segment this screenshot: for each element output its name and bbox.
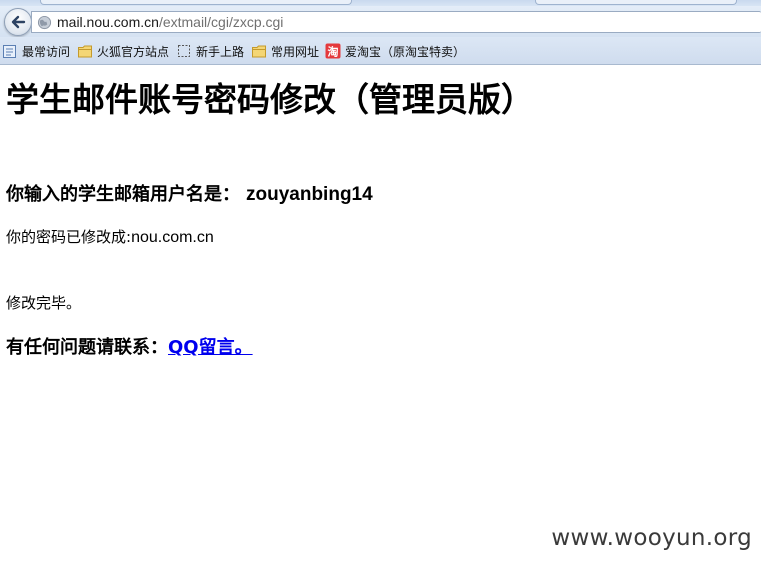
password-value: nou.com.cn <box>131 229 214 246</box>
qq-message-link[interactable]: QQ留言。 <box>168 337 253 358</box>
bookmark-label: 新手上路 <box>196 44 245 59</box>
navigation-toolbar: mail.nou.com.cn/extmail/cgi/zxcp.cgi <box>0 6 761 37</box>
folder-icon <box>252 45 266 58</box>
page-title: 学生邮件账号密码修改（管理员版） <box>6 80 534 119</box>
url-bar[interactable]: mail.nou.com.cn/extmail/cgi/zxcp.cgi <box>31 11 761 33</box>
globe-icon <box>37 15 52 30</box>
done-message: 修改完毕。 <box>6 294 82 312</box>
taobao-icon: 淘 <box>325 43 341 59</box>
bookmark-label: 常用网址 <box>271 44 320 59</box>
contact-label: 有任何问题请联系： <box>6 337 168 358</box>
password-label: 你的密码已修改成: <box>6 228 132 246</box>
username-label: 你输入的学生邮箱用户名是： <box>6 184 240 205</box>
bookmarks-toolbar: 最常访问 火狐官方站点 新手上路 常用网址 淘 爱淘宝（原淘宝特卖） <box>0 37 761 65</box>
bookmark-label: 爱淘宝（原淘宝特卖） <box>345 44 466 59</box>
contact-line: 有任何问题请联系：QQ留言。 <box>6 335 253 361</box>
folder-icon <box>78 45 92 58</box>
bookmark-list-icon <box>3 45 16 58</box>
watermark: www.wooyun.org <box>551 525 752 551</box>
password-line: 你的密码已修改成:nou.com.cn <box>6 227 214 248</box>
bookmark-ai-taobao[interactable]: 淘 爱淘宝（原淘宝特卖） <box>325 42 465 60</box>
username-line: 你输入的学生邮箱用户名是： zouyanbing14 <box>6 182 373 208</box>
dashed-page-icon <box>178 45 190 57</box>
page-content: 学生邮件账号密码修改（管理员版） 你输入的学生邮箱用户名是： zouyanbing… <box>0 65 761 565</box>
tab-edge[interactable] <box>40 0 352 5</box>
url-text[interactable]: mail.nou.com.cn/extmail/cgi/zxcp.cgi <box>57 13 283 31</box>
url-host: mail.nou.com.cn <box>57 14 159 30</box>
back-arrow-icon <box>11 15 26 29</box>
taobao-icon-glyph: 淘 <box>328 45 339 59</box>
bookmark-most-visited[interactable]: 最常访问 <box>2 42 70 60</box>
username-value: zouyanbing14 <box>246 184 373 205</box>
bookmark-firefox-site[interactable]: 火狐官方站点 <box>77 42 169 60</box>
url-path: /extmail/cgi/zxcp.cgi <box>158 14 284 30</box>
bookmark-getting-started[interactable]: 新手上路 <box>176 42 244 60</box>
back-button[interactable] <box>4 8 32 36</box>
tab-edge[interactable] <box>535 0 737 5</box>
bookmark-label: 火狐官方站点 <box>97 44 170 59</box>
bookmark-label: 最常访问 <box>22 44 71 59</box>
bookmark-common-sites[interactable]: 常用网址 <box>251 42 319 60</box>
